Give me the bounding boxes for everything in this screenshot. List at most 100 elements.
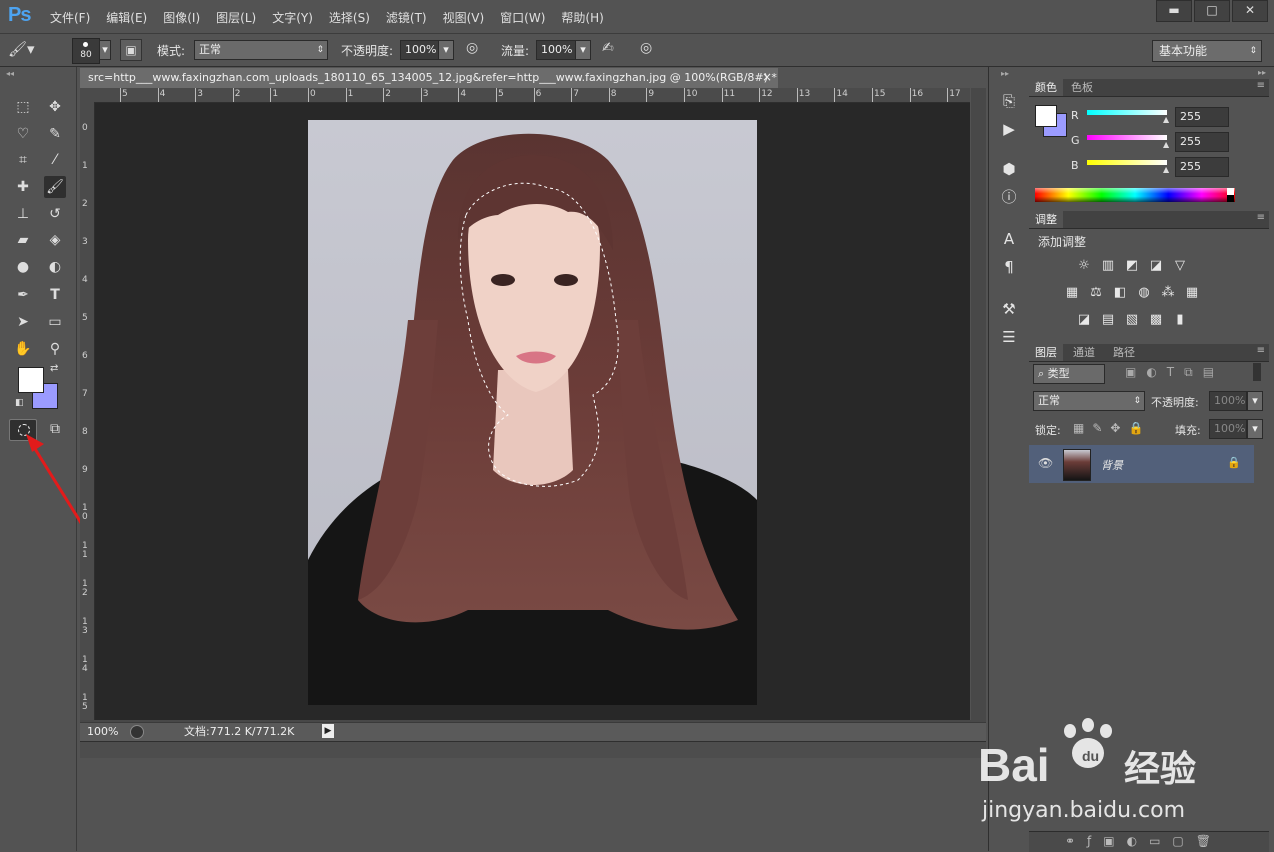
- color-spectrum-bar[interactable]: [1035, 188, 1235, 202]
- fill-dropdown[interactable]: ▾: [1247, 419, 1263, 439]
- airbrush-icon[interactable]: ✍: [602, 40, 622, 60]
- exposure-icon[interactable]: ◪: [1147, 258, 1165, 274]
- pressure-opacity-icon[interactable]: ◎: [466, 40, 486, 60]
- color-lookup-icon[interactable]: ▦: [1183, 285, 1201, 301]
- dodge-tool-icon[interactable]: ◐: [44, 256, 66, 278]
- spectrum-white-swatch[interactable]: [1227, 188, 1234, 195]
- blend-mode-select[interactable]: 正常 ⇕: [1033, 391, 1145, 411]
- brush-tool-preset-icon[interactable]: 🖌▾: [8, 40, 36, 60]
- black-white-icon[interactable]: ◧: [1111, 285, 1129, 301]
- status-info-icon[interactable]: [130, 725, 144, 739]
- levels-icon[interactable]: ▥: [1099, 258, 1117, 274]
- menu-image[interactable]: 图像(I): [155, 9, 208, 26]
- photo-filter-icon[interactable]: ◍: [1135, 285, 1153, 301]
- move-tool-icon[interactable]: ✥: [44, 96, 66, 118]
- marquee-tool-icon[interactable]: ⬚: [12, 96, 34, 118]
- panel-menu-icon[interactable]: ≡: [1257, 80, 1265, 91]
- default-colors-icon[interactable]: ◧: [15, 398, 24, 408]
- r-slider[interactable]: [1087, 110, 1167, 115]
- layer-opacity-input[interactable]: 100%: [1209, 391, 1247, 411]
- menu-edit[interactable]: 编辑(E): [98, 9, 155, 26]
- photo-canvas[interactable]: [308, 120, 757, 705]
- b-slider[interactable]: [1087, 160, 1167, 165]
- lock-icons[interactable]: ▦✎✥🔒: [1073, 421, 1151, 435]
- paint-bucket-tool-icon[interactable]: ◈: [44, 229, 66, 251]
- minimize-button[interactable]: ▬: [1156, 0, 1192, 22]
- workspace-select[interactable]: 基本功能 ⇕: [1152, 40, 1262, 62]
- g-input[interactable]: 255: [1175, 132, 1229, 152]
- brush-size-picker[interactable]: 80: [72, 38, 100, 64]
- g-slider[interactable]: [1087, 135, 1167, 140]
- zoom-level[interactable]: 100%: [87, 723, 118, 741]
- eyedropper-tool-icon[interactable]: ⁄: [44, 149, 66, 171]
- flow-dropdown[interactable]: ▾: [575, 40, 591, 60]
- actions-panel-icon[interactable]: ▶: [999, 119, 1019, 139]
- layer-filter-icons[interactable]: ▣◐T⧉▤: [1125, 365, 1224, 380]
- color-fg-swatch[interactable]: [1035, 105, 1057, 127]
- mode-select[interactable]: 正常 ⇕: [194, 40, 328, 60]
- collapse-icon[interactable]: ◂◂: [6, 69, 14, 78]
- r-slider-handle[interactable]: ▲: [1163, 115, 1169, 124]
- lasso-tool-icon[interactable]: ♡: [12, 123, 34, 145]
- vibrance-icon[interactable]: ▽: [1171, 258, 1189, 274]
- history-panel-icon[interactable]: ⎘: [999, 91, 1019, 111]
- close-button[interactable]: ✕: [1232, 0, 1268, 22]
- document-tab[interactable]: src=http___www.faxingzhan.com_uploads_18…: [80, 68, 778, 88]
- posterize-icon[interactable]: ▤: [1099, 312, 1117, 328]
- layer-filter-select[interactable]: ⌕ 类型: [1033, 364, 1105, 384]
- swap-colors-icon[interactable]: ⇄: [50, 363, 58, 374]
- brush-size-dropdown[interactable]: ▾: [99, 40, 111, 60]
- type-tool-icon[interactable]: T: [44, 284, 66, 306]
- tab-color[interactable]: 颜色: [1029, 79, 1063, 96]
- curves-icon[interactable]: ◩: [1123, 258, 1141, 274]
- 3d-panel-icon[interactable]: ⬢: [999, 159, 1019, 179]
- blur-tool-icon[interactable]: ●: [12, 256, 34, 278]
- brush-panel-icon[interactable]: ▣: [120, 39, 142, 61]
- hue-saturation-icon[interactable]: ▦: [1063, 285, 1081, 301]
- clone-stamp-tool-icon[interactable]: ⊥: [12, 203, 34, 225]
- g-slider-handle[interactable]: ▲: [1163, 140, 1169, 149]
- tab-channels[interactable]: 通道: [1067, 344, 1101, 361]
- tab-layers[interactable]: 图层: [1029, 344, 1063, 361]
- panel-menu-icon[interactable]: ≡: [1257, 212, 1265, 223]
- menu-window[interactable]: 窗口(W): [492, 9, 553, 26]
- gradient-map-icon[interactable]: ▮: [1171, 312, 1189, 328]
- collapse-icon[interactable]: ▸▸: [1258, 68, 1266, 77]
- hand-tool-icon[interactable]: ✋: [12, 338, 34, 360]
- spectrum-black-swatch[interactable]: [1227, 195, 1234, 202]
- menu-file[interactable]: 文件(F): [42, 9, 98, 26]
- close-document-icon[interactable]: ×: [762, 70, 772, 84]
- collapse-icon[interactable]: ▸▸: [1001, 69, 1009, 78]
- eye-visibility-icon[interactable]: 👁: [1038, 456, 1053, 470]
- healing-brush-tool-icon[interactable]: ✚: [12, 176, 34, 198]
- zoom-tool-icon[interactable]: ⚲: [44, 338, 66, 360]
- tab-adjustments[interactable]: 调整: [1029, 211, 1063, 228]
- status-menu-arrow-icon[interactable]: ▶: [322, 724, 334, 738]
- layer-opacity-dropdown[interactable]: ▾: [1247, 391, 1263, 411]
- foreground-color-front[interactable]: [18, 367, 44, 393]
- opacity-dropdown[interactable]: ▾: [438, 40, 454, 60]
- layer-footer-icons[interactable]: ⚭ƒ▣◐▭▢🗑: [1065, 834, 1223, 848]
- menu-help[interactable]: 帮助(H): [553, 9, 611, 26]
- menu-select[interactable]: 选择(S): [321, 9, 378, 26]
- b-input[interactable]: 255: [1175, 157, 1229, 177]
- invert-icon[interactable]: ◪: [1075, 312, 1093, 328]
- vertical-scrollbar[interactable]: [971, 88, 986, 720]
- tool-presets-icon[interactable]: ⚒: [999, 299, 1019, 319]
- color-balance-icon[interactable]: ⚖: [1087, 285, 1105, 301]
- path-select-tool-icon[interactable]: ➤: [12, 311, 34, 333]
- brightness-icon[interactable]: ☼: [1075, 258, 1093, 274]
- rectangle-tool-icon[interactable]: ▭: [44, 311, 66, 333]
- menu-type[interactable]: 文字(Y): [264, 9, 321, 26]
- fill-input[interactable]: 100%: [1209, 419, 1247, 439]
- opacity-input[interactable]: 100%: [400, 40, 440, 60]
- paragraph-panel-icon[interactable]: ¶: [999, 257, 1019, 277]
- channel-mixer-icon[interactable]: ⁂: [1159, 285, 1177, 301]
- flow-input[interactable]: 100%: [536, 40, 576, 60]
- quick-select-tool-icon[interactable]: ✎: [44, 123, 66, 145]
- history-brush-tool-icon[interactable]: ↺: [44, 203, 66, 225]
- layer-name[interactable]: 背景: [1101, 457, 1123, 473]
- pen-tool-icon[interactable]: ✒: [12, 284, 34, 306]
- layer-row-background[interactable]: 👁 背景 🔒: [1029, 445, 1254, 483]
- menu-view[interactable]: 视图(V): [435, 9, 493, 26]
